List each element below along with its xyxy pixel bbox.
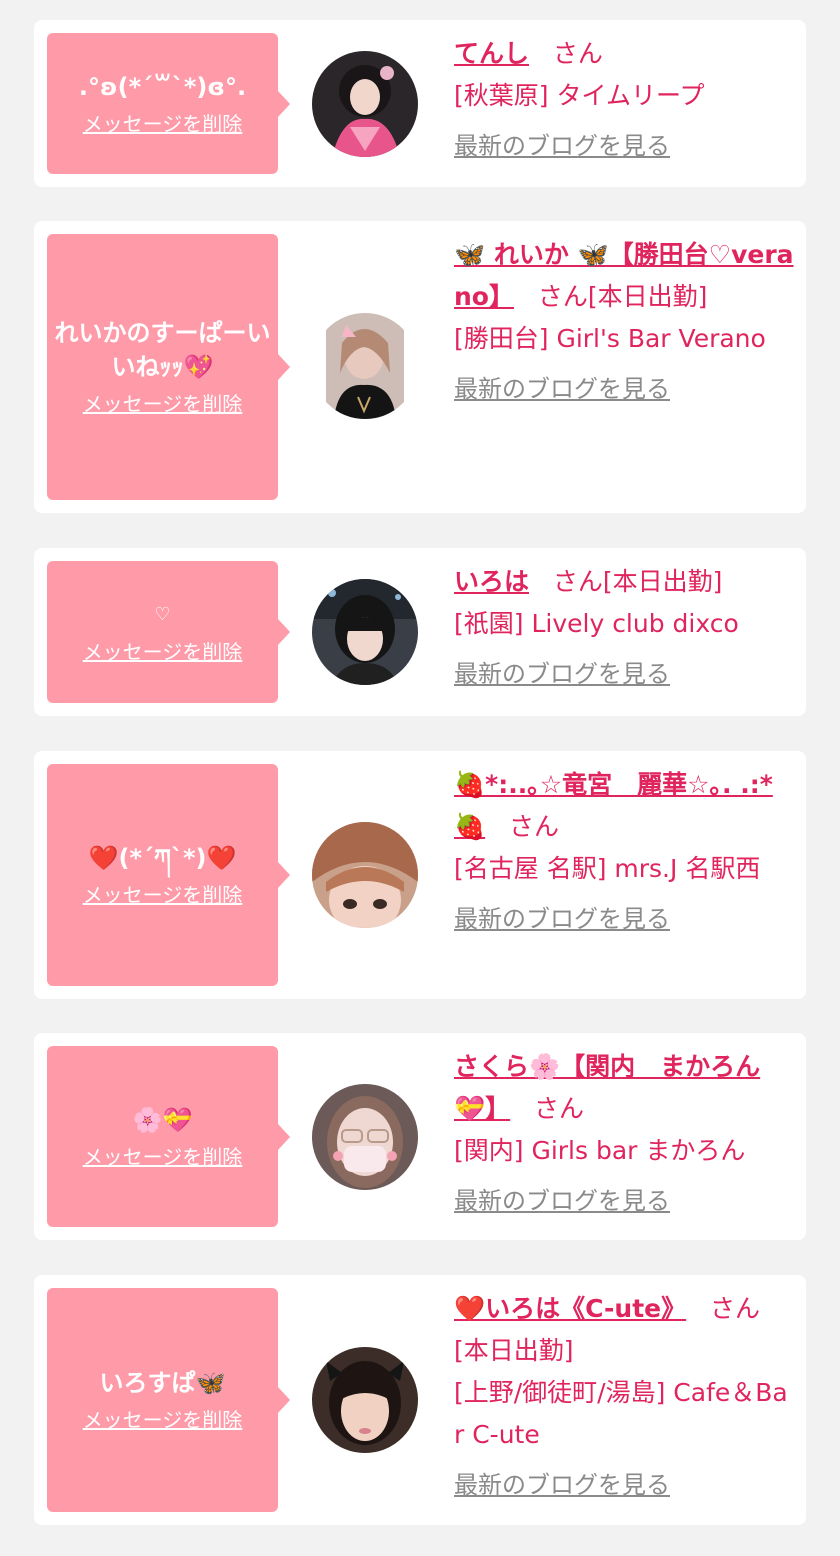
message-text: れいかのすーぱーいいねｯｯ💖: [54, 319, 271, 381]
avatar-photo: [312, 313, 418, 419]
cast-info: さくら🌸【関内 まかろん💝】 さん [関内] Girls bar まかろん 最新…: [454, 1046, 794, 1222]
delete-message-link[interactable]: メッセージを削除: [83, 1143, 243, 1171]
cast-info: 🦋 れいか 🦋【勝田台♡verano】 さん[本日出勤] [勝田台] Girl'…: [454, 234, 794, 410]
status-text: [本日出勤]: [454, 1336, 574, 1365]
avatar-photo: [312, 822, 418, 928]
cast-name-link[interactable]: 🍓*:..｡☆竜宮 麗華☆｡. .:*🍓: [454, 770, 773, 841]
delete-message-link[interactable]: メッセージを削除: [83, 110, 243, 138]
cast-name-link[interactable]: てんし: [454, 39, 529, 68]
message-card: 🌸💝 メッセージを削除 さくら🌸【関内 まかろん💝】 さん [関内] Girls…: [34, 1033, 806, 1240]
latest-blog-link[interactable]: 最新のブログを見る: [454, 898, 670, 940]
avatar-photo: [312, 1347, 418, 1453]
message-text: 🌸💝: [132, 1105, 193, 1134]
honorific: さん: [533, 1094, 584, 1123]
message-card: ❤️(*´ཀ`*)❤️ メッセージを削除 🍓*:..｡☆竜宮 麗華☆｡. .:*…: [34, 751, 806, 999]
delete-message-link[interactable]: メッセージを削除: [83, 881, 243, 909]
message-card: ♡ メッセージを削除 いろは さん[本日出勤] [祇園] Lively club…: [34, 548, 806, 716]
avatar-photo: [312, 51, 418, 157]
status-text: [本日出勤]: [587, 282, 708, 311]
message-text: .°ʚ(*´꒳`*)ɞ°.: [78, 72, 247, 101]
message-card: いろすぱ🦋 メッセージを削除 ❤️いろは《C-ute》 さん [本日出勤] [上…: [34, 1275, 806, 1525]
avatar[interactable]: [312, 1347, 418, 1453]
message-list: .°ʚ(*´꒳`*)ɞ°. メッセージを削除 てんし さん [秋葉原] タイムリ…: [0, 0, 840, 1556]
cast-info: 🍓*:..｡☆竜宮 麗華☆｡. .:*🍓 さん [名古屋 名駅] mrs.J 名…: [454, 764, 794, 940]
shop-name: [上野/御徒町/湯島] Cafe＆Bar C-ute: [454, 1378, 788, 1449]
honorific: さん: [552, 39, 603, 68]
cast-name-line: てんし さん: [454, 33, 794, 75]
cast-name-line: さくら🌸【関内 まかろん💝】 さん: [454, 1046, 794, 1130]
message-bubble: 🌸💝 メッセージを削除: [47, 1046, 290, 1227]
cast-name-link[interactable]: ❤️いろは《C-ute》: [454, 1294, 686, 1323]
message-text: ❤️(*´ཀ`*)❤️: [88, 844, 237, 872]
cast-info: いろは さん[本日出勤] [祇園] Lively club dixco 最新のブ…: [454, 561, 794, 695]
avatar-photo: [312, 1084, 418, 1190]
avatar[interactable]: [312, 1084, 418, 1190]
latest-blog-link[interactable]: 最新のブログを見る: [454, 1464, 670, 1506]
honorific: さん: [709, 1294, 760, 1323]
status-text: [本日出勤]: [602, 567, 723, 596]
honorific: さん: [552, 567, 603, 596]
cast-name-link[interactable]: さくら🌸【関内 まかろん💝】: [454, 1052, 760, 1123]
cast-name-line: 🦋 れいか 🦋【勝田台♡verano】 さん[本日出勤]: [454, 234, 794, 318]
latest-blog-link[interactable]: 最新のブログを見る: [454, 653, 670, 695]
message-bubble: ♡ メッセージを削除: [47, 561, 290, 703]
latest-blog-link[interactable]: 最新のブログを見る: [454, 125, 670, 167]
shop-name: [秋葉原] タイムリープ: [454, 81, 705, 110]
message-bubble: いろすぱ🦋 メッセージを削除: [47, 1288, 290, 1512]
message-bubble: .°ʚ(*´꒳`*)ɞ°. メッセージを削除: [47, 33, 290, 174]
shop-name: [勝田台] Girl's Bar Verano: [454, 324, 766, 353]
delete-message-link[interactable]: メッセージを削除: [83, 1406, 243, 1434]
message-text: いろすぱ🦋: [99, 1369, 226, 1397]
message-bubble: れいかのすーぱーいいねｯｯ💖 メッセージを削除: [47, 234, 290, 500]
message-bubble: ❤️(*´ཀ`*)❤️ メッセージを削除: [47, 764, 290, 986]
shop-name: [祇園] Lively club dixco: [454, 609, 739, 638]
message-card: .°ʚ(*´꒳`*)ɞ°. メッセージを削除 てんし さん [秋葉原] タイムリ…: [34, 20, 806, 187]
delete-message-link[interactable]: メッセージを削除: [83, 390, 243, 418]
shop-name: [名古屋 名駅] mrs.J 名駅西: [454, 854, 761, 883]
cast-name-line: 🍓*:..｡☆竜宮 麗華☆｡. .:*🍓 さん: [454, 764, 794, 848]
avatar[interactable]: [312, 579, 418, 685]
shop-name: [関内] Girls bar まかろん: [454, 1136, 746, 1165]
honorific: さん: [537, 282, 588, 311]
avatar-photo: [312, 579, 418, 685]
message-text: ♡: [154, 604, 171, 625]
message-card: れいかのすーぱーいいねｯｯ💖 メッセージを削除 🦋 れいか 🦋【勝田台♡vera…: [34, 221, 806, 513]
cast-name-line: ❤️いろは《C-ute》 さん: [454, 1288, 794, 1330]
avatar[interactable]: [312, 51, 418, 157]
avatar[interactable]: [312, 313, 418, 419]
latest-blog-link[interactable]: 最新のブログを見る: [454, 368, 670, 410]
latest-blog-link[interactable]: 最新のブログを見る: [454, 1180, 670, 1222]
cast-info: ❤️いろは《C-ute》 さん [本日出勤] [上野/御徒町/湯島] Cafe＆…: [454, 1288, 794, 1506]
cast-name-line: いろは さん[本日出勤]: [454, 561, 794, 603]
avatar[interactable]: [312, 822, 418, 928]
honorific: さん: [508, 812, 559, 841]
cast-info: てんし さん [秋葉原] タイムリープ 最新のブログを見る: [454, 33, 794, 167]
cast-name-link[interactable]: いろは: [454, 567, 529, 596]
delete-message-link[interactable]: メッセージを削除: [83, 638, 243, 666]
